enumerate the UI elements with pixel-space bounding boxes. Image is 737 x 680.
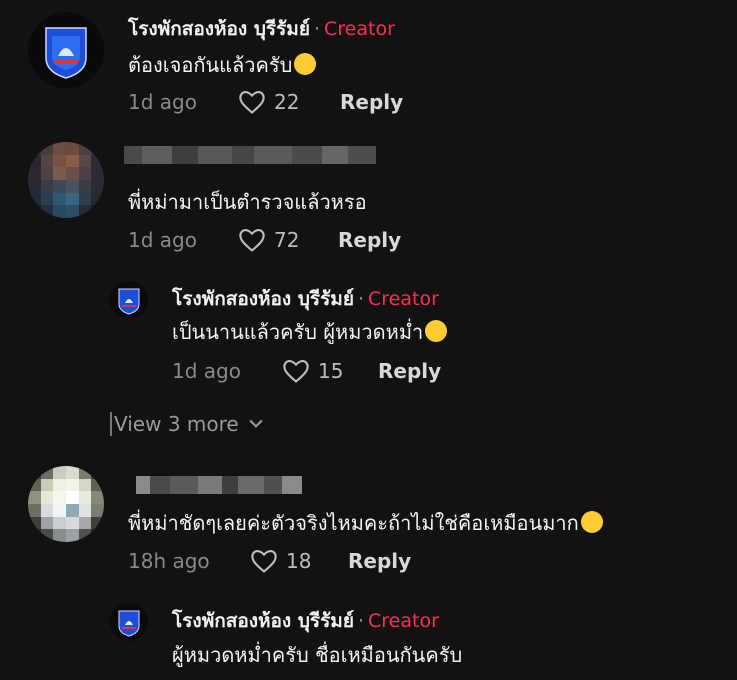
like-button[interactable]: 18: [250, 548, 348, 574]
comment-text-content: เป็นนานแล้วครับ ผู้หมวดหม่ำ: [172, 320, 424, 344]
comment-meta: 18h ago 18 Reply: [128, 548, 411, 574]
heart-icon[interactable]: [238, 227, 266, 253]
grinning-emoji-icon: [580, 511, 603, 533]
creator-badge: Creator: [324, 18, 395, 40]
comment-meta: 1d ago 15 Reply: [172, 358, 441, 384]
comment-time: 1d ago: [128, 90, 197, 114]
reply-button[interactable]: Reply: [340, 90, 403, 114]
comment-text: เป็นนานแล้วครับ ผู้หมวดหม่ำ: [172, 316, 448, 348]
username-text[interactable]: โรงพักสองห้อง บุรีรัมย์: [172, 288, 354, 310]
comment-text: ผู้หมวดหม่ำครับ ชื่อเหมือนกันครับ: [172, 643, 463, 667]
like-count: 22: [274, 90, 300, 114]
comment-text-content: พี่หม่าชัดๆเลยค่ะตัวจริงไหมคะถ้าไม่ใช่คื…: [128, 511, 579, 535]
reply-button[interactable]: Reply: [348, 549, 411, 573]
laughing-emoji-icon: [425, 320, 448, 342]
view-more-label[interactable]: View 3 more: [114, 412, 239, 436]
comment-username[interactable]: โรงพักสองห้อง บุรีรัมย์ · Creator: [128, 14, 395, 44]
like-button[interactable]: 72: [238, 227, 338, 253]
laughing-emoji-icon: [294, 53, 317, 75]
creator-avatar[interactable]: [110, 281, 148, 319]
comment-username-blurred[interactable]: [136, 476, 302, 494]
creator-avatar[interactable]: [110, 603, 148, 641]
comment-text: พี่หม่าชัดๆเลยค่ะตัวจริงไหมคะถ้าไม่ใช่คื…: [128, 507, 603, 539]
comment-text: พี่หม่ามาเป็นตำรวจแล้วหรอ: [128, 190, 367, 214]
creator-badge: Creator: [368, 288, 439, 310]
user-avatar-blurred[interactable]: [28, 466, 104, 542]
separator: ·: [357, 610, 365, 632]
thread-line: [110, 412, 112, 436]
heart-icon[interactable]: [282, 358, 310, 384]
comment-time: 18h ago: [128, 549, 210, 573]
reply-button[interactable]: Reply: [338, 228, 401, 252]
comment-text-content: ต้องเจอกันแล้วครับ: [128, 53, 293, 77]
creator-badge: Creator: [368, 610, 439, 632]
heart-icon[interactable]: [250, 548, 278, 574]
comment-meta: 1d ago 22 Reply: [128, 89, 403, 115]
like-button[interactable]: 15: [282, 358, 378, 384]
comment-meta: 1d ago 72 Reply: [128, 227, 401, 253]
view-more-replies-button[interactable]: View 3 more: [110, 412, 263, 436]
chevron-down-icon[interactable]: [249, 419, 263, 429]
separator: ·: [313, 18, 321, 40]
separator: ·: [357, 288, 365, 310]
comment-username[interactable]: โรงพักสองห้อง บุรีรัมย์ · Creator: [172, 284, 439, 314]
like-count: 15: [318, 359, 344, 383]
comment-time: 1d ago: [172, 359, 241, 383]
like-count: 72: [274, 228, 300, 252]
comment-username-blurred[interactable]: [124, 146, 376, 164]
like-button[interactable]: 22: [238, 89, 340, 115]
username-text[interactable]: โรงพักสองห้อง บุรีรัมย์: [128, 18, 310, 40]
username-text[interactable]: โรงพักสองห้อง บุรีรัมย์: [172, 610, 354, 632]
reply-button[interactable]: Reply: [378, 359, 441, 383]
creator-avatar[interactable]: [28, 12, 104, 88]
comment-text: ต้องเจอกันแล้วครับ: [128, 49, 317, 81]
user-avatar-blurred[interactable]: [28, 142, 104, 218]
like-count: 18: [286, 549, 312, 573]
comment-time: 1d ago: [128, 228, 197, 252]
comment-username[interactable]: โรงพักสองห้อง บุรีรัมย์ · Creator: [172, 606, 439, 636]
heart-icon[interactable]: [238, 89, 266, 115]
